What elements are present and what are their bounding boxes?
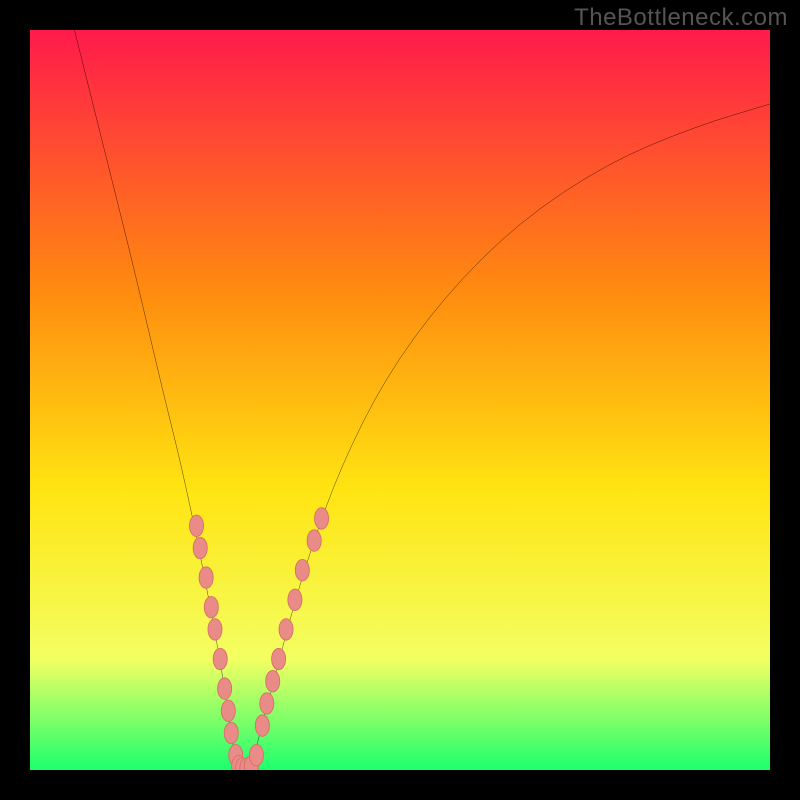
site-watermark: TheBottleneck.com xyxy=(574,4,788,32)
data-point xyxy=(279,619,293,640)
data-point xyxy=(199,567,213,588)
data-point xyxy=(255,715,269,736)
data-point xyxy=(189,515,203,536)
data-point xyxy=(193,537,207,558)
data-point xyxy=(288,589,302,610)
data-point xyxy=(249,744,263,765)
data-point xyxy=(221,700,235,721)
gradient-background xyxy=(30,30,770,770)
data-point xyxy=(307,530,321,551)
data-point xyxy=(213,648,227,669)
data-point xyxy=(266,670,280,691)
bottleneck-chart xyxy=(30,30,770,770)
outer-frame: TheBottleneck.com xyxy=(0,0,800,800)
data-point xyxy=(295,559,309,580)
data-point xyxy=(218,678,232,699)
data-point xyxy=(315,508,329,529)
data-point xyxy=(260,693,274,714)
data-point xyxy=(224,722,238,743)
data-point xyxy=(208,619,222,640)
data-point xyxy=(204,596,218,617)
data-point xyxy=(272,648,286,669)
